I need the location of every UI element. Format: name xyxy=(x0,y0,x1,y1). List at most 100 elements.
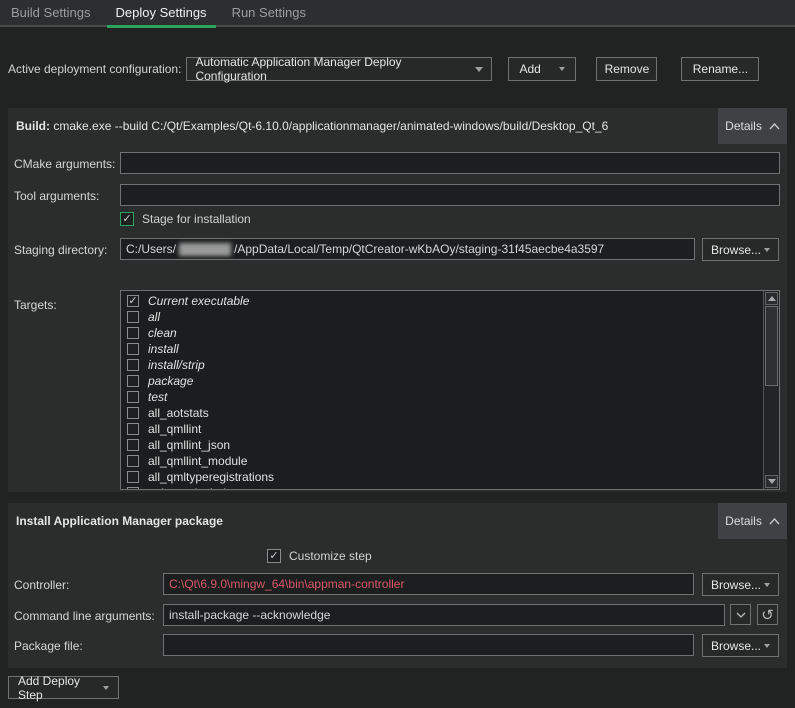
target-row[interactable]: all_qmllint_module xyxy=(127,453,779,469)
target-label: all_qmllint xyxy=(148,422,201,436)
add-config-label: Add xyxy=(519,62,540,76)
stage-for-installation-row: Stage for installation xyxy=(120,212,251,226)
rename-config-button[interactable]: Rename... xyxy=(681,57,759,81)
targets-scrollbar[interactable] xyxy=(763,291,779,489)
settings-tabbar: Build Settings Deploy Settings Run Setti… xyxy=(0,0,795,27)
tab-build-settings[interactable]: Build Settings xyxy=(2,0,100,26)
tab-deploy-settings[interactable]: Deploy Settings xyxy=(107,0,216,26)
redacted-username xyxy=(179,243,231,256)
target-row[interactable]: all_aotstats xyxy=(127,405,779,421)
target-row[interactable]: install/strip xyxy=(127,357,779,373)
target-checkbox[interactable] xyxy=(127,391,139,403)
install-step-header: Install Application Manager package xyxy=(8,503,787,539)
build-details-button[interactable]: Details xyxy=(718,108,787,144)
command-line-expand-button[interactable] xyxy=(730,604,751,625)
target-row[interactable]: package xyxy=(127,373,779,389)
command-line-args-input[interactable]: install-package --acknowledge xyxy=(163,604,725,626)
targets-rows: Current executableallclean install install… xyxy=(121,291,779,490)
package-file-browse-button[interactable]: Browse... xyxy=(702,634,779,657)
staging-directory-input[interactable]: C:/Users/ /AppData/Local/Temp/QtCreator-w… xyxy=(120,238,695,260)
reset-button[interactable]: ↺ xyxy=(757,604,778,625)
package-browse-label: Browse... xyxy=(711,639,761,653)
target-label: animated-windows xyxy=(148,486,247,490)
build-step-title-prefix: Build: xyxy=(16,119,50,133)
active-config-row: Active deployment configuration: Automat… xyxy=(8,57,759,81)
target-row[interactable]: all_qmltyperegistrations xyxy=(127,469,779,485)
package-file-input[interactable] xyxy=(163,634,694,656)
add-deploy-step-button[interactable]: Add Deploy Step xyxy=(8,676,119,699)
target-label: all_qmllint_module xyxy=(148,454,247,468)
target-checkbox[interactable] xyxy=(127,359,139,371)
target-label: install/strip xyxy=(148,358,205,372)
chevron-down-icon xyxy=(103,686,109,690)
tool-args-input[interactable] xyxy=(120,184,780,206)
scroll-down-button[interactable] xyxy=(765,475,778,488)
target-label: package xyxy=(148,374,193,388)
target-checkbox[interactable] xyxy=(127,455,139,467)
target-checkbox[interactable] xyxy=(127,375,139,387)
cmake-args-input[interactable] xyxy=(120,152,780,174)
chevron-down-icon xyxy=(559,67,565,71)
deploy-config-selected: Automatic Application Manager Deploy Con… xyxy=(195,55,475,83)
staging-path-suffix: /AppData/Local/Temp/QtCreator-wKbAOy/sta… xyxy=(234,242,604,256)
target-checkbox[interactable] xyxy=(127,407,139,419)
build-step-header: Build: cmake.exe --build C:/Qt/Examples/… xyxy=(8,108,787,144)
add-deploy-step-label: Add Deploy Step xyxy=(18,674,94,702)
targets-list[interactable]: Current executableallclean install install… xyxy=(120,290,780,490)
install-step-title: Install Application Manager package xyxy=(16,514,223,528)
controller-label: Controller: xyxy=(14,578,161,592)
target-label: Current executable xyxy=(148,294,249,308)
target-row[interactable]: test xyxy=(127,389,779,405)
controller-browse-button[interactable]: Browse... xyxy=(702,573,779,596)
target-checkbox[interactable] xyxy=(127,471,139,483)
chevron-up-icon xyxy=(769,518,780,525)
target-row[interactable]: all_qmllint xyxy=(127,421,779,437)
command-line-args-label: Command line arguments: xyxy=(14,609,161,623)
install-step-panel: Install Application Manager package Deta… xyxy=(8,503,787,668)
target-row[interactable]: animated-windows xyxy=(127,485,779,490)
active-config-label: Active deployment configuration: xyxy=(8,62,181,76)
target-label: install xyxy=(148,342,179,356)
target-label: all_qmltyperegistrations xyxy=(148,470,274,484)
chevron-down-icon xyxy=(475,67,483,72)
target-checkbox[interactable] xyxy=(127,327,139,339)
target-label: test xyxy=(148,390,167,404)
customize-step-label: Customize step xyxy=(289,549,372,563)
target-row[interactable]: clean xyxy=(127,325,779,341)
add-config-button[interactable]: Add xyxy=(508,57,576,81)
install-details-button[interactable]: Details xyxy=(718,503,787,539)
target-checkbox[interactable] xyxy=(127,295,139,307)
target-row[interactable]: install xyxy=(127,341,779,357)
chevron-up-icon xyxy=(769,123,780,130)
chevron-down-icon xyxy=(764,248,770,252)
remove-config-button[interactable]: Remove xyxy=(596,57,657,81)
target-checkbox[interactable] xyxy=(127,423,139,435)
stage-for-installation-checkbox[interactable] xyxy=(120,212,134,226)
deploy-config-combobox[interactable]: Automatic Application Manager Deploy Con… xyxy=(186,57,492,81)
target-checkbox[interactable] xyxy=(127,439,139,451)
chevron-down-icon xyxy=(764,583,770,587)
package-file-label: Package file: xyxy=(14,639,161,653)
scrollbar-thumb[interactable] xyxy=(765,306,778,386)
controller-input[interactable]: C:\Qt\6.9.0\mingw_64\bin\appman-controll… xyxy=(163,573,694,595)
controller-browse-label: Browse... xyxy=(711,578,761,592)
stage-for-installation-label: Stage for installation xyxy=(142,212,251,226)
staging-browse-button[interactable]: Browse... xyxy=(702,238,779,261)
target-label: clean xyxy=(148,326,177,340)
target-row[interactable]: all xyxy=(127,309,779,325)
target-checkbox[interactable] xyxy=(127,487,139,490)
arrow-up-icon xyxy=(768,296,776,301)
target-row[interactable]: Current executable xyxy=(127,293,779,309)
tab-run-settings[interactable]: Run Settings xyxy=(223,0,315,26)
target-checkbox[interactable] xyxy=(127,343,139,355)
reset-icon: ↺ xyxy=(761,606,774,624)
target-row[interactable]: all_qmllint_json xyxy=(127,437,779,453)
arrow-down-icon xyxy=(768,479,776,484)
customize-step-checkbox[interactable] xyxy=(267,549,281,563)
build-details-label: Details xyxy=(725,119,762,133)
target-checkbox[interactable] xyxy=(127,311,139,323)
scroll-up-button[interactable] xyxy=(765,292,778,305)
build-step-command: cmake.exe --build C:/Qt/Examples/Qt-6.10… xyxy=(53,119,608,133)
staging-path-prefix: C:/Users/ xyxy=(126,242,176,256)
chevron-down-icon xyxy=(736,612,746,618)
